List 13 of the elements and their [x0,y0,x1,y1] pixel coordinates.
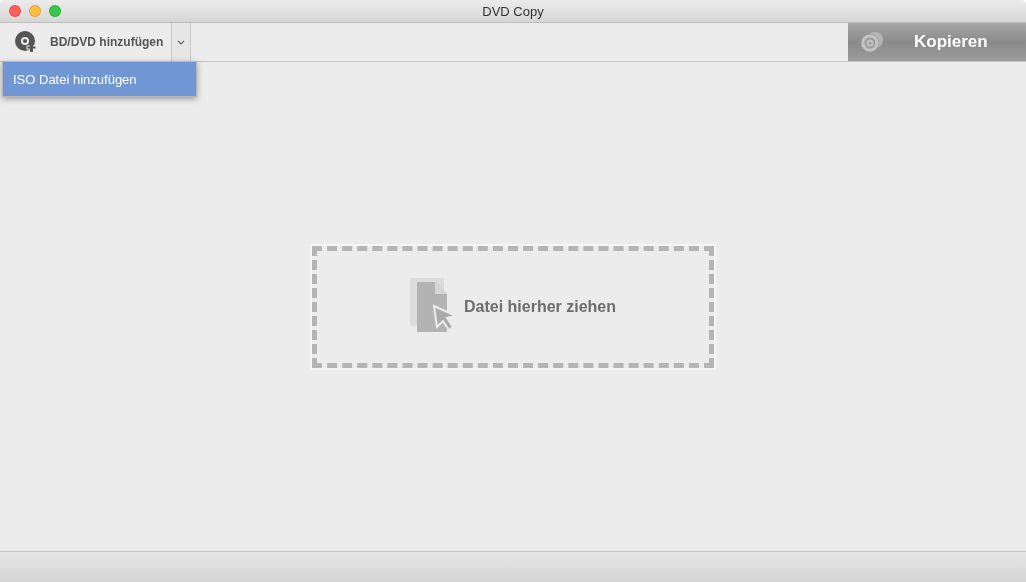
zoom-button[interactable] [49,5,61,17]
add-disc-button[interactable]: BD/DVD hinzufügen [0,23,172,61]
chevron-down-icon [177,39,186,45]
menu-item[interactable]: ISO Datei hinzufügen [3,62,196,96]
minimize-button[interactable] [29,5,41,17]
close-button[interactable] [9,5,21,17]
copy-button[interactable]: Kopieren [848,23,1026,61]
disc-add-icon [14,30,38,54]
dropdown-button[interactable] [171,23,192,61]
window-title: DVD Copy [482,3,544,19]
drop-zone[interactable]: Datei hierher ziehen [312,245,714,368]
discs-icon [860,31,884,53]
drop-hint: Datei hierher ziehen [463,297,616,316]
